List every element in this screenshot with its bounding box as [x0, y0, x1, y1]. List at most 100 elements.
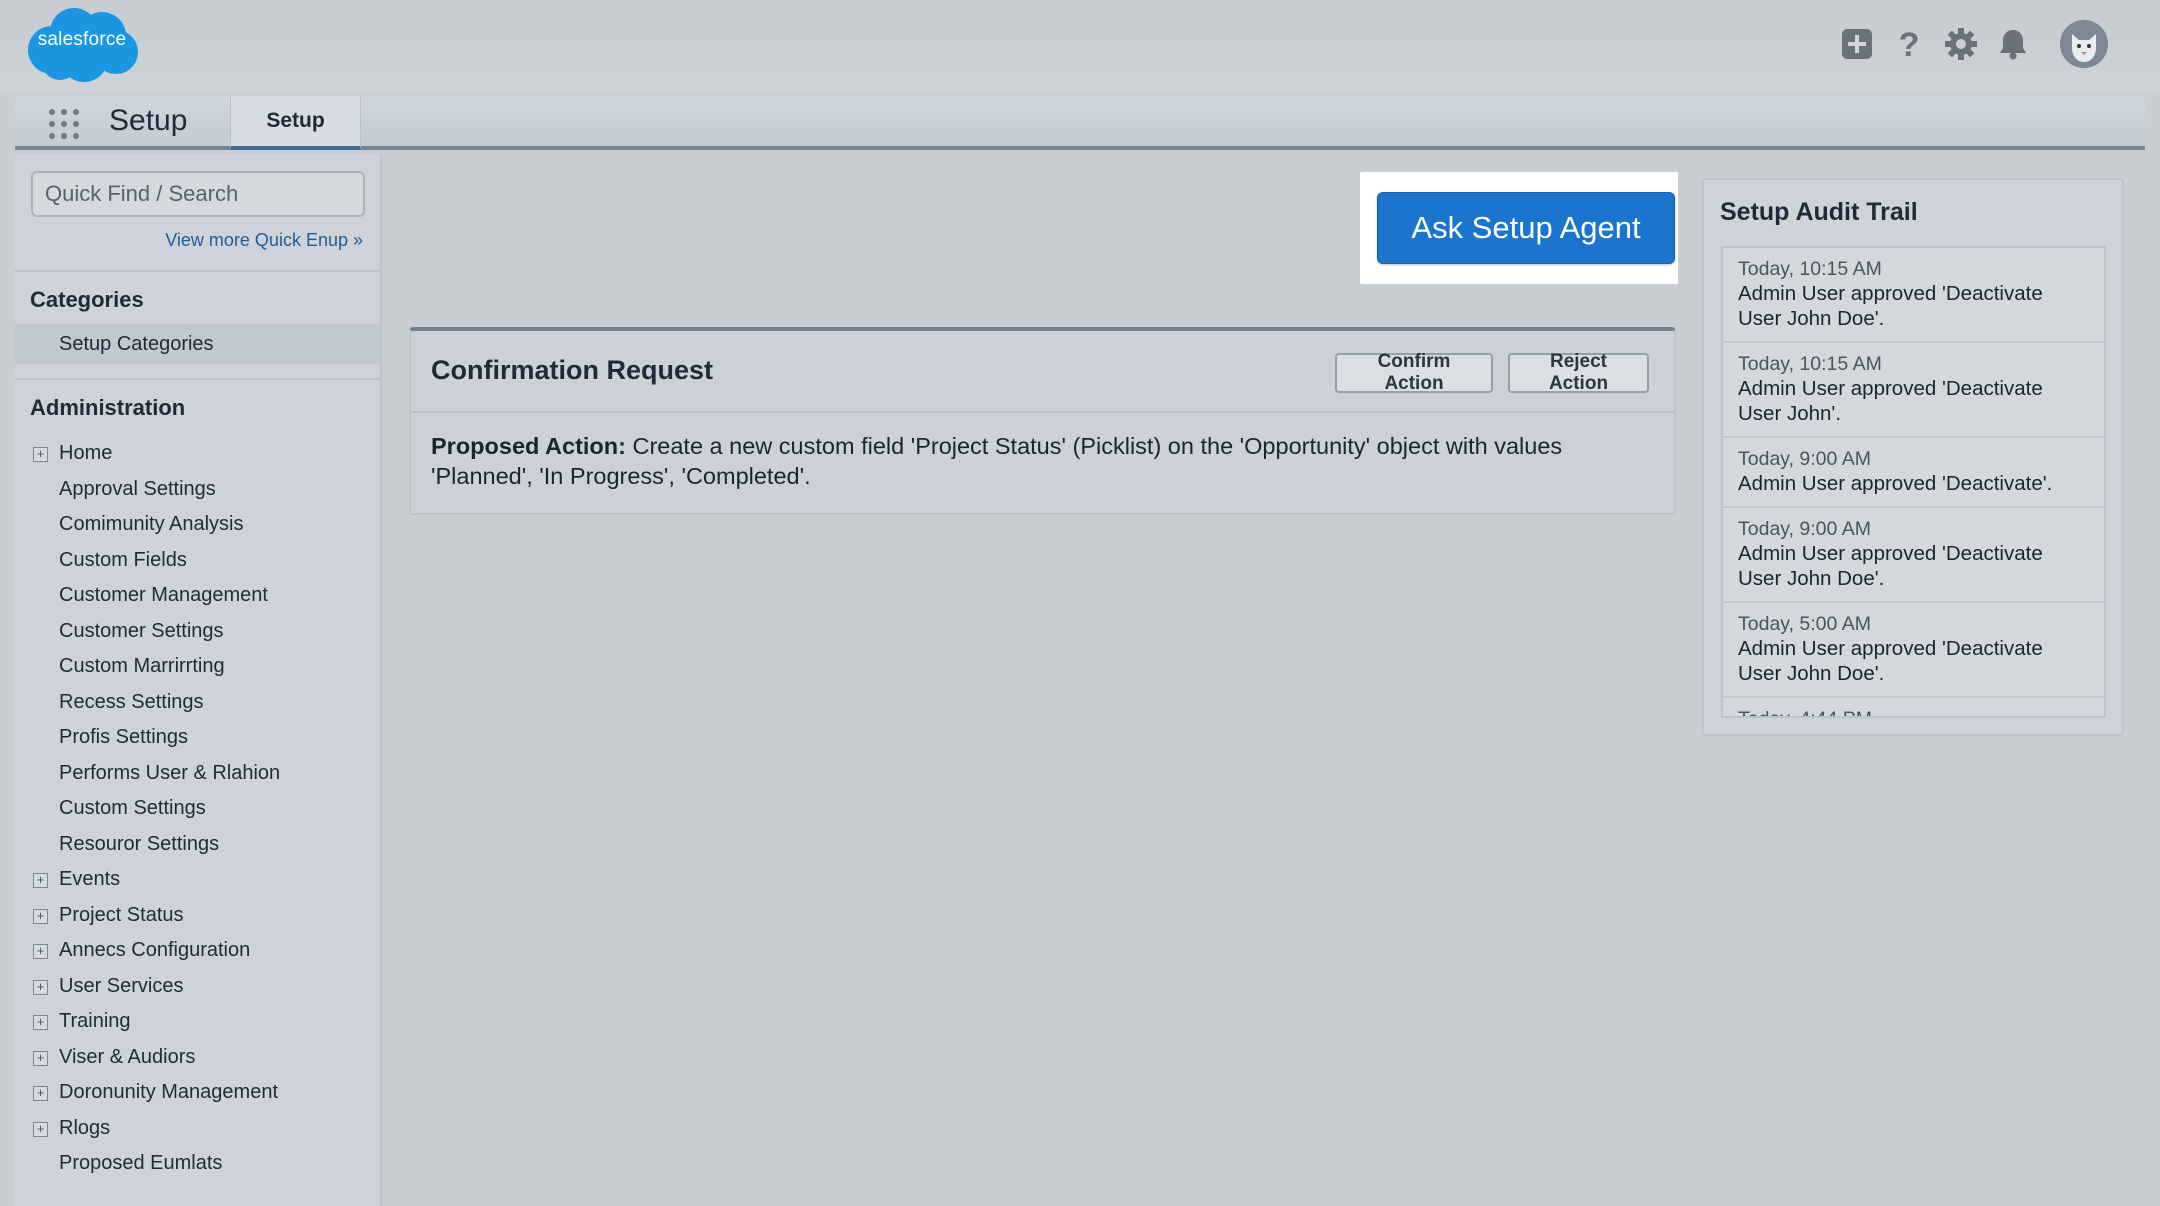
expand-icon[interactable]: +	[33, 979, 48, 995]
app-name: Setup	[109, 104, 188, 137]
sidebar-item-label: Recess Settings	[59, 690, 204, 713]
confirmation-request-card: Confirmation Request Confirm Action Reje…	[409, 327, 1676, 515]
app-launcher-icon[interactable]	[49, 109, 79, 139]
categories-heading: Categories	[30, 287, 144, 312]
expand-icon[interactable]: +	[33, 1121, 48, 1137]
sidebar-item-label: Profis Settings	[59, 726, 188, 749]
card-header: Confirmation Request Confirm Action Reje…	[411, 331, 1674, 413]
sidebar-item[interactable]: Proposed Eumlats	[15, 1146, 380, 1182]
audit-entry: Today, 4:44 PM	[1723, 698, 2104, 716]
sidebar-item-label: Doronunity Management	[59, 1081, 279, 1104]
audit-entry-time: Today, 5:00 AM	[1738, 613, 1871, 635]
confirm-action-button[interactable]: Confirm Action	[1335, 351, 1493, 394]
proposed-action-text: Proposed Action: Create a new custom fie…	[431, 431, 1631, 491]
sidebar-item[interactable]: + Rlogs	[15, 1111, 380, 1147]
add-icon[interactable]	[1840, 27, 1874, 61]
view-more-quick-link[interactable]: View more Quick Enup »	[165, 230, 363, 251]
audit-entry-time: Today, 9:00 AM	[1738, 518, 1871, 540]
audit-entry-description: Admin User approved 'Deactivate User Joh…	[1738, 637, 2043, 685]
sidebar-item[interactable]: Custom Fields	[15, 543, 380, 579]
audit-trail-list[interactable]: Today, 10:15 AM Admin User approved 'Deac…	[1721, 246, 2106, 718]
header-actions: ?	[1840, 18, 2108, 70]
tab-setup[interactable]: Setup	[230, 96, 361, 150]
gear-icon[interactable]	[1944, 27, 1978, 61]
app-nav-bar: Setup Setup	[15, 96, 2145, 150]
ask-setup-agent-button[interactable]: Ask Setup Agent	[1377, 192, 1675, 264]
sidebar-item-label: Training	[59, 1010, 131, 1033]
logo-text: salesforce	[37, 29, 127, 50]
audit-entry-time: Today, 10:15 AM	[1738, 353, 1882, 375]
audit-entry: Today, 10:15 AM Admin User approved 'Deac…	[1723, 343, 2104, 438]
sidebar-item-label: User Services	[59, 974, 184, 997]
audit-entry: Today, 9:00 AM Admin User approved 'Deact…	[1723, 508, 2104, 603]
sidebar-item-label: Approval Settings	[59, 477, 216, 500]
main-content: Ask Setup Agent Confirmation Request Con…	[384, 154, 1704, 1206]
sidebar-item[interactable]: + Events	[15, 862, 380, 898]
sidebar-item[interactable]: Performs User & Rlahion	[15, 756, 380, 792]
setup-sidebar: View more Quick Enup » Categories Setup …	[15, 154, 382, 1206]
audit-entry-description: Admin User approved 'Deactivate User Joh…	[1738, 377, 2043, 425]
audit-entry: Today, 5:00 AM Admin User approved 'Deact…	[1723, 603, 2104, 698]
sidebar-item-label: Comimunity Analysis	[59, 513, 244, 536]
sidebar-item[interactable]: Resouror Settings	[15, 827, 380, 863]
setup-audit-trail-panel: Setup Audit Trail Today, 10:15 AM Admin U…	[1702, 178, 2124, 736]
sidebar-item-label: Home	[59, 442, 113, 465]
sidebar-item[interactable]: Approval Settings	[15, 472, 380, 508]
sidebar-item[interactable]: + Home	[15, 436, 380, 472]
sidebar-item[interactable]: + Annecs Configuration	[15, 933, 380, 969]
sidebar-item[interactable]: Custom Marrirrting	[15, 649, 380, 685]
sidebar-item[interactable]: + User Services	[15, 969, 380, 1005]
expand-icon[interactable]: +	[33, 447, 48, 462]
global-header: salesforce ?	[0, 0, 2160, 94]
sidebar-item-setup-categories[interactable]: Setup Categories	[15, 324, 380, 364]
audit-entry-time: Today, 10:15 AM	[1738, 258, 1882, 280]
quick-find-input[interactable]	[31, 171, 365, 217]
sidebar-item[interactable]: Profis Settings	[15, 720, 380, 756]
audit-entry: Today, 10:15 AM Admin User approved 'Deac…	[1723, 248, 2104, 343]
confirmation-title: Confirmation Request	[431, 355, 714, 385]
expand-icon[interactable]: +	[33, 1050, 48, 1066]
sidebar-item[interactable]: + Project Status	[15, 898, 380, 934]
sidebar-item-label: Events	[59, 868, 121, 891]
sidebar-item-label: Custom Settings	[59, 797, 206, 820]
audit-entry-description: Admin User approved 'Deactivate'.	[1738, 472, 2053, 495]
sidebar-item-label: Resouror Settings	[59, 832, 220, 855]
sidebar-item[interactable]: Comimunity Analysis	[15, 507, 380, 543]
administration-heading: Administration	[30, 395, 186, 420]
expand-icon[interactable]: +	[33, 1015, 48, 1030]
reject-action-button[interactable]: Reject Action	[1508, 351, 1649, 394]
sidebar-item-label: Annecs Configuration	[59, 939, 251, 962]
sidebar-item-label: Project Status	[59, 903, 184, 926]
divider	[15, 270, 380, 272]
sidebar-item[interactable]: + Viser & Audiors	[15, 1040, 380, 1076]
help-icon[interactable]: ?	[1892, 27, 1926, 61]
salesforce-logo[interactable]: salesforce	[24, 4, 140, 84]
sidebar-item[interactable]: Custom Settings	[15, 791, 380, 827]
svg-text:?: ?	[1899, 27, 1920, 61]
sidebar-item-label: Rlogs	[59, 1116, 111, 1139]
sidebar-item[interactable]: Recess Settings	[15, 685, 380, 721]
audit-entry-time: Today, 9:00 AM	[1738, 448, 1871, 470]
audit-entry-time: Today, 4:44 PM	[1738, 707, 2089, 716]
audit-entry: Today, 9:00 AM Admin User approved 'Deact…	[1723, 438, 2104, 508]
sidebar-item[interactable]: + Training	[15, 1004, 380, 1040]
audit-trail-title: Setup Audit Trail	[1720, 198, 1918, 226]
expand-icon[interactable]: +	[33, 873, 48, 888]
administration-list: + Home Approval Settings Comimunity Analysi…	[15, 436, 380, 1182]
sidebar-item[interactable]: + Doronunity Management	[15, 1075, 380, 1111]
sidebar-item-label: Customer Management	[59, 584, 268, 607]
bell-icon[interactable]	[1996, 27, 2030, 61]
divider	[15, 378, 380, 380]
expand-icon[interactable]: +	[33, 944, 48, 959]
sidebar-item[interactable]: Customer Settings	[15, 614, 380, 650]
audit-entry-description: Admin User approved 'Deactivate User Joh…	[1738, 542, 2043, 590]
sidebar-item-label: Viser & Audiors	[59, 1045, 196, 1068]
proposed-action-label: Proposed Action:	[431, 433, 626, 459]
expand-icon[interactable]: +	[33, 908, 48, 924]
sidebar-item[interactable]: Customer Management	[15, 578, 380, 614]
expand-icon[interactable]: +	[33, 1086, 48, 1101]
audit-entry-description: Admin User approved 'Deactivate User Joh…	[1738, 282, 2043, 330]
sidebar-item-label: Custom Fields	[59, 548, 187, 571]
sidebar-item-label: Custom Marrirrting	[59, 655, 225, 678]
user-avatar[interactable]	[2060, 20, 2108, 68]
